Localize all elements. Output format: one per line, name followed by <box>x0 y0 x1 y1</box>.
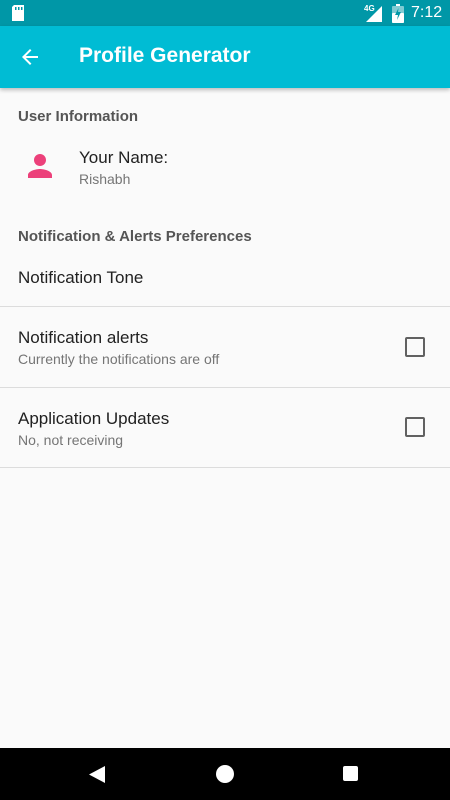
status-time: 7:12 <box>411 4 443 21</box>
divider <box>0 306 450 307</box>
section-header-notifications: Notification & Alerts Preferences <box>18 228 252 245</box>
navigation-bar <box>0 748 450 800</box>
divider <box>0 387 450 388</box>
status-bar: 4G 7:12 <box>0 0 450 26</box>
sd-card-icon <box>12 5 24 21</box>
divider <box>0 467 450 468</box>
application-updates-summary: No, not receiving <box>18 432 124 448</box>
notification-alerts-label: Notification alerts <box>18 328 149 347</box>
battery-icon <box>392 4 404 23</box>
notification-alerts-summary: Currently the notifications are off <box>18 351 220 367</box>
application-updates-checkbox[interactable] <box>405 417 425 437</box>
nav-home-icon[interactable] <box>216 765 234 783</box>
signal-icon <box>366 6 382 22</box>
name-label: Your Name: <box>79 148 169 167</box>
notification-alerts-checkbox[interactable] <box>405 337 425 357</box>
person-icon <box>28 154 52 178</box>
name-value: Rishabh <box>79 171 131 187</box>
arrow-back-icon[interactable] <box>18 45 42 69</box>
notification-tone-label: Notification Tone <box>18 268 144 287</box>
page-title: Profile Generator <box>79 44 251 67</box>
app-bar: Profile Generator <box>0 26 450 88</box>
nav-recents-icon[interactable] <box>343 766 358 781</box>
nav-back-icon[interactable] <box>89 766 105 783</box>
application-updates-label: Application Updates <box>18 409 170 428</box>
section-header-user-info: User Information <box>18 108 139 125</box>
